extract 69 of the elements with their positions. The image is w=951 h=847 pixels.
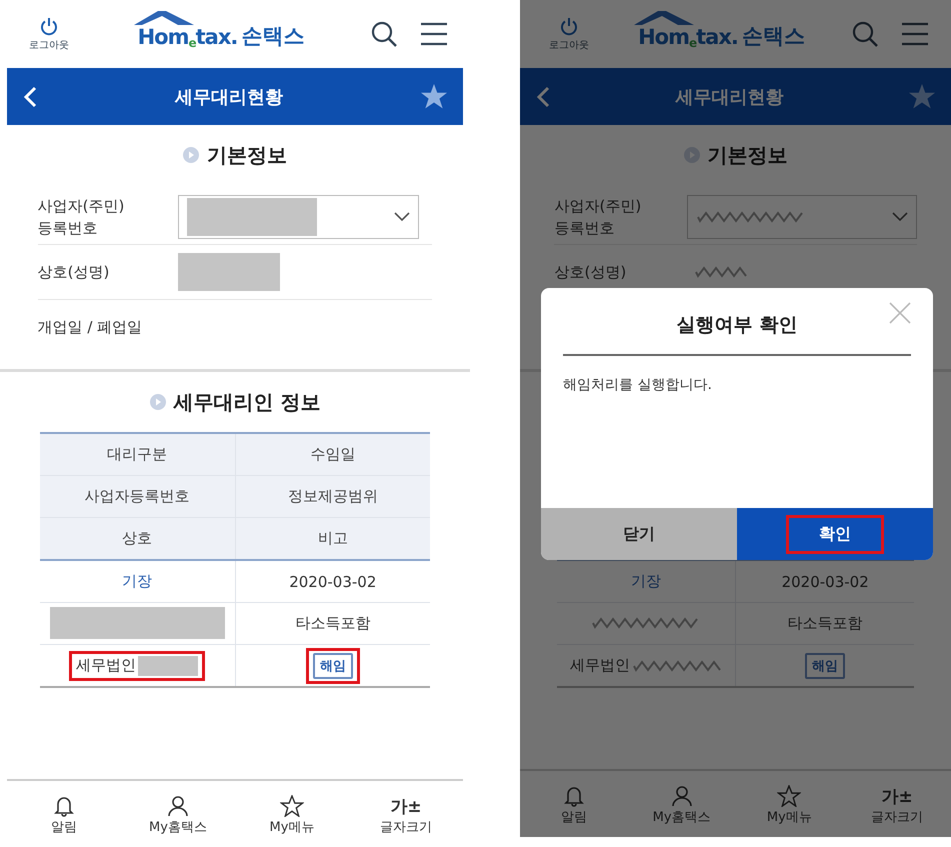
- dialog-title: 실행여부 확인: [676, 313, 798, 338]
- star-icon: [280, 794, 304, 816]
- back-icon[interactable]: [536, 86, 550, 108]
- bullet-icon: [183, 147, 199, 163]
- column-header: 정보제공범위: [235, 476, 430, 518]
- tab-bar-item[interactable]: 알림: [520, 771, 628, 837]
- bell-icon: [54, 794, 74, 816]
- star-icon[interactable]: [421, 84, 447, 109]
- section-heading: 세무대리인 정보: [174, 388, 320, 416]
- field-label: 개업일 / 폐업일: [38, 316, 144, 338]
- column-header: 수임일: [235, 433, 430, 476]
- table-cell-text: 2020-03-02: [782, 572, 869, 590]
- tab-bar-item[interactable]: 가± 글자크기: [349, 781, 463, 847]
- close-button[interactable]: 닫기: [541, 508, 737, 560]
- roof-icon: [134, 10, 194, 26]
- logout-label[interactable]: 로그아웃: [29, 38, 69, 52]
- redaction-block: [138, 656, 198, 676]
- column-header: 사업자등록번호: [40, 476, 235, 518]
- person-icon: [167, 794, 189, 816]
- search-icon[interactable]: [370, 20, 398, 48]
- column-header: 대리구분: [40, 433, 235, 476]
- brand-name: 손택스: [241, 22, 304, 50]
- tab-bar-item[interactable]: My홈택스: [628, 771, 736, 837]
- logo-text: Hom$_{e}$tax.: [638, 18, 738, 50]
- tab-bar-item[interactable]: My메뉴: [235, 781, 349, 847]
- confirm-button[interactable]: 확인: [737, 508, 933, 560]
- font-size-icon: 가±: [390, 796, 422, 816]
- section-heading: 기본정보: [207, 142, 287, 168]
- page-title: 세무대리현황: [174, 86, 284, 108]
- person-icon: [670, 784, 693, 806]
- field-label: 사업자(주민) 등록번호: [38, 196, 126, 239]
- column-header: 비고: [235, 518, 430, 560]
- table-cell-text: 타소득포함: [788, 614, 863, 633]
- logo-text: Hom$_{e}$tax.: [138, 18, 238, 50]
- column-header: 상호: [40, 518, 235, 560]
- firm-name: 세무법인: [76, 656, 136, 675]
- logout-label[interactable]: 로그아웃: [549, 38, 589, 52]
- roof-icon: [634, 10, 694, 26]
- select-field[interactable]: [687, 195, 917, 239]
- section-heading: 기본정보: [708, 142, 788, 168]
- star-icon: [777, 784, 802, 806]
- close-icon[interactable]: [889, 302, 911, 324]
- brand-name: 손택스: [742, 22, 805, 50]
- firm-name: 세무법인: [570, 656, 630, 675]
- bell-icon: [564, 784, 584, 806]
- dismiss-button[interactable]: 해임: [312, 652, 353, 678]
- table-cell-text: 2020-03-02: [289, 572, 376, 590]
- table-cell-text: 타소득포함: [295, 614, 370, 633]
- menu-icon[interactable]: [420, 22, 448, 46]
- star-icon[interactable]: [909, 84, 935, 109]
- bullet-icon: [150, 394, 166, 410]
- tab-bar-item[interactable]: My메뉴: [736, 771, 844, 837]
- font-size-icon: 가±: [882, 786, 913, 806]
- field-label: 사업자(주민) 등록번호: [554, 196, 642, 239]
- agent-type-link[interactable]: 기장: [122, 572, 152, 591]
- bullet-icon: [684, 147, 700, 163]
- back-icon[interactable]: [23, 86, 37, 108]
- power-icon: [39, 16, 59, 36]
- tab-bar-item[interactable]: 알림: [7, 781, 121, 847]
- dialog-message: 해임처리를 실행합니다.: [563, 376, 713, 394]
- chevron-down-icon[interactable]: [892, 212, 908, 222]
- field-label: 상호(성명): [554, 262, 628, 283]
- page-title: 세무대리현황: [674, 86, 784, 108]
- chevron-down-icon[interactable]: [394, 212, 410, 222]
- tab-bar-item[interactable]: 가± 글자크기: [843, 771, 951, 837]
- power-icon: [559, 16, 579, 36]
- tab-bar-item[interactable]: My홈택스: [121, 781, 235, 847]
- field-label: 상호(성명): [38, 262, 110, 283]
- select-field[interactable]: [178, 195, 419, 239]
